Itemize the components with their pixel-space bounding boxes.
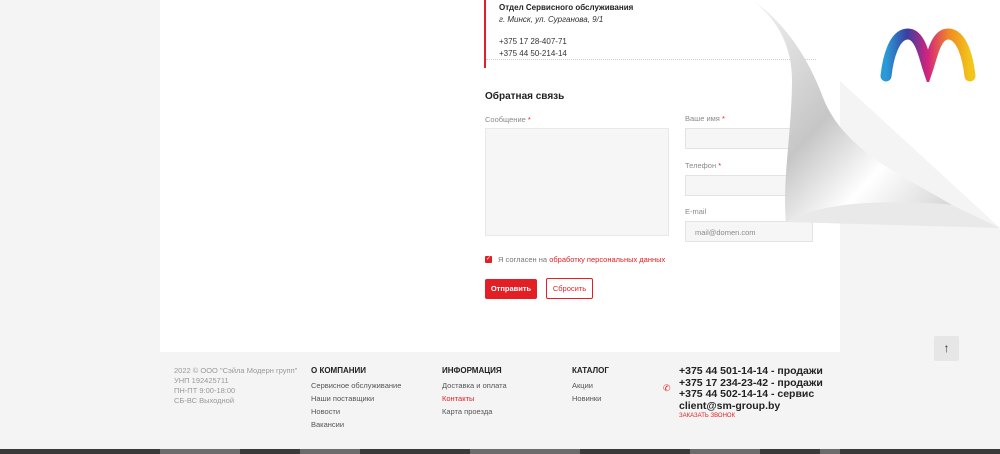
phone-icon: ✆ bbox=[663, 383, 671, 393]
privacy-link[interactable]: обработку персональных данных bbox=[549, 255, 665, 264]
reset-button[interactable]: Сбросить bbox=[546, 278, 593, 299]
footer-link-map[interactable]: Карта проезда bbox=[442, 405, 507, 418]
bottom-image-strip bbox=[0, 449, 1000, 454]
footer-link-contacts[interactable]: Контакты bbox=[442, 392, 507, 405]
footer-column-company: О КОМПАНИИ Сервисное обслуживание Наши п… bbox=[311, 366, 401, 431]
footer-link-promotions[interactable]: Акции bbox=[572, 379, 609, 392]
footer-phone[interactable]: +375 44 502-14-14 - сервис bbox=[679, 388, 823, 401]
footer-contacts: +375 44 501-14-14 - продажи +375 17 234-… bbox=[679, 365, 823, 413]
message-textarea[interactable] bbox=[485, 128, 669, 236]
company-logo bbox=[880, 28, 976, 82]
footer-column-title: ИНФОРМАЦИЯ bbox=[442, 366, 502, 375]
service-phone-1[interactable]: +375 17 28-407-71 bbox=[499, 37, 567, 46]
feedback-form-title: Обратная связь bbox=[485, 91, 565, 102]
footer-link-vacancies[interactable]: Вакансии bbox=[311, 418, 401, 431]
name-label: Ваше имя * bbox=[685, 114, 725, 123]
message-label: Сообщение * bbox=[485, 115, 531, 124]
footer-column-catalog: КАТАЛОГ Акции Новинки bbox=[572, 366, 609, 405]
footer-link-service[interactable]: Сервисное обслуживание bbox=[311, 379, 401, 392]
footer-link-news[interactable]: Новости bbox=[311, 405, 401, 418]
scroll-to-top-button[interactable]: ↑ bbox=[934, 336, 959, 361]
footer-link-new[interactable]: Новинки bbox=[572, 392, 609, 405]
consent-text: Я согласен на обработку персональных дан… bbox=[498, 255, 666, 264]
phone-label: Телефон * bbox=[685, 161, 722, 170]
consent-checkbox[interactable]: ✓ bbox=[485, 256, 492, 263]
service-address: г. Минск, ул. Сурганова, 9/1 bbox=[499, 15, 604, 24]
footer-column-title: КАТАЛОГ bbox=[572, 366, 609, 375]
footer-link-suppliers[interactable]: Наши поставщики bbox=[311, 392, 401, 405]
footer-copyright: 2022 © ООО "Сэйла Модерн групп" УНП 1924… bbox=[174, 366, 298, 405]
service-title: Отдел Сервисного обслуживания bbox=[499, 3, 634, 12]
submit-button[interactable]: Отправить bbox=[485, 279, 537, 299]
arrow-up-icon: ↑ bbox=[943, 341, 950, 355]
footer-column-info: ИНФОРМАЦИЯ Доставка и оплата Контакты Ка… bbox=[442, 366, 507, 418]
service-phone-2[interactable]: +375 44 50-214-14 bbox=[499, 49, 567, 58]
footer-phone[interactable]: +375 44 501-14-14 - продажи bbox=[679, 365, 823, 378]
check-icon: ✓ bbox=[485, 256, 492, 262]
footer-link-delivery[interactable]: Доставка и оплата bbox=[442, 379, 507, 392]
footer-email[interactable]: client@sm-group.by bbox=[679, 400, 823, 413]
callback-link[interactable]: заказать звонок bbox=[679, 413, 735, 419]
email-label: E-mail bbox=[685, 207, 707, 216]
footer-column-title: О КОМПАНИИ bbox=[311, 366, 367, 375]
